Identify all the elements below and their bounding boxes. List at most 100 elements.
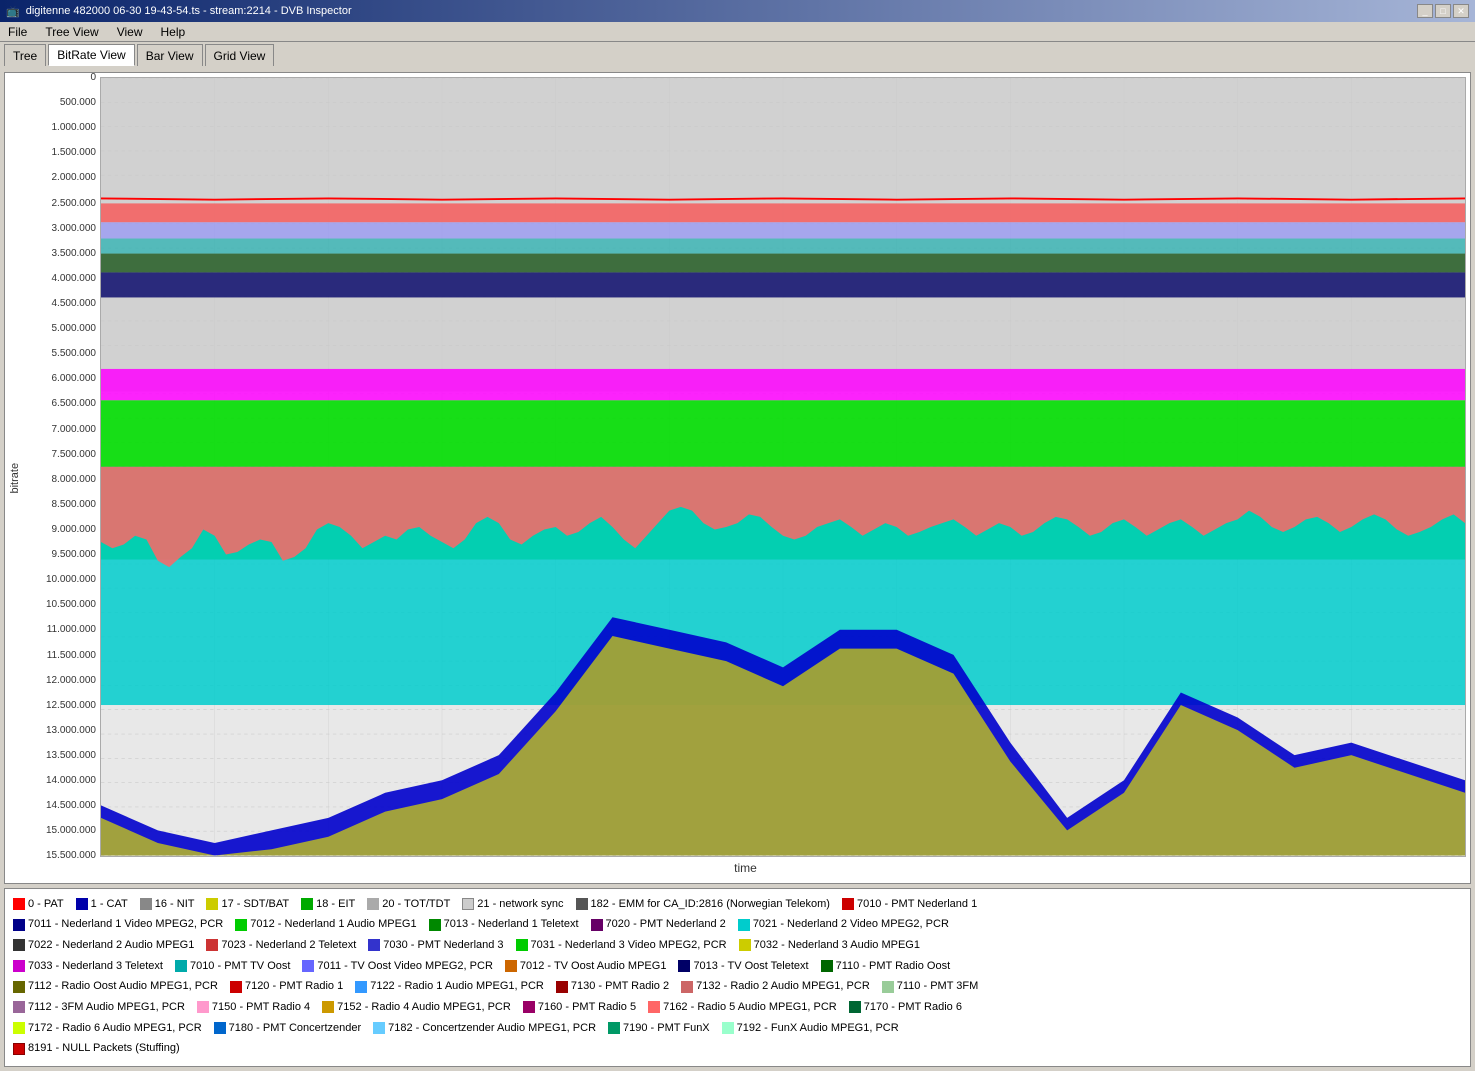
legend-row-7: 7172 - Radio 6 Audio MPEG1, PCR 7180 - P… xyxy=(13,1019,1462,1038)
y-tick: 7.000.000 xyxy=(25,429,96,430)
y-tick: 14.000.000 xyxy=(25,780,96,781)
legend-label-pmt-radio-oost: 7110 - PMT Radio Oost xyxy=(836,957,951,976)
legend-row-1: 0 - PAT 1 - CAT 16 - NIT 17 - SDT/BAT 18… xyxy=(13,895,1462,914)
legend-color-pmt3 xyxy=(368,939,380,951)
title-bar-left: 📺 digitenne 482000 06-30 19-43-54.ts - s… xyxy=(6,5,352,18)
legend-item-pmt-r2: 7130 - PMT Radio 2 xyxy=(556,977,669,996)
minimize-button[interactable]: _ xyxy=(1417,4,1433,18)
legend-color-nit xyxy=(140,898,152,910)
legend-item-pmt-r4: 7150 - PMT Radio 4 xyxy=(197,998,310,1017)
legend-item-n1tele: 7013 - Nederland 1 Teletext xyxy=(429,915,579,934)
y-tick: 0 xyxy=(25,77,96,78)
legend-label-emm: 182 - EMM for CA_ID:2816 (Norwegian Tele… xyxy=(591,895,830,914)
y-tick: 5.000.000 xyxy=(25,328,96,329)
legend-item-sdt: 17 - SDT/BAT xyxy=(206,895,289,914)
tab-bar-view[interactable]: Bar View xyxy=(137,44,203,66)
legend-label-n2tele: 7023 - Nederland 2 Teletext xyxy=(221,936,356,955)
legend-color-pmt-r6 xyxy=(849,1001,861,1013)
maximize-button[interactable]: □ xyxy=(1435,4,1451,18)
y-tick: 6.000.000 xyxy=(25,378,96,379)
legend-row-8: 8191 - NULL Packets (Stuffing) xyxy=(13,1039,1462,1058)
legend-item-pmt-3fm: 7110 - PMT 3FM xyxy=(882,977,979,996)
legend-item-n2tele: 7023 - Nederland 2 Teletext xyxy=(206,936,356,955)
legend-item-tvoost-tele: 7013 - TV Oost Teletext xyxy=(678,957,808,976)
legend-item-pmttvoost: 7010 - PMT TV Oost xyxy=(175,957,290,976)
menu-help[interactable]: Help xyxy=(157,24,190,40)
tab-tree[interactable]: Tree xyxy=(4,44,46,66)
menu-view[interactable]: View xyxy=(113,24,147,40)
legend-label-3fm-aud: 7112 - 3FM Audio MPEG1, PCR xyxy=(28,998,185,1017)
legend-label-r2-aud: 7132 - Radio 2 Audio MPEG1, PCR xyxy=(696,977,870,996)
legend-label-r5-aud: 7162 - Radio 5 Audio MPEG1, PCR xyxy=(663,998,837,1017)
legend-label-sdt: 17 - SDT/BAT xyxy=(221,895,289,914)
legend-area: 0 - PAT 1 - CAT 16 - NIT 17 - SDT/BAT 18… xyxy=(4,888,1471,1068)
legend-row-5: 7112 - Radio Oost Audio MPEG1, PCR 7120 … xyxy=(13,977,1462,996)
legend-item-n2vid: 7021 - Nederland 2 Video MPEG2, PCR xyxy=(738,915,949,934)
legend-label-funx-aud: 7192 - FunX Audio MPEG1, PCR xyxy=(737,1019,899,1038)
legend-color-pmt-r4 xyxy=(197,1001,209,1013)
legend-item-pmt-r1: 7120 - PMT Radio 1 xyxy=(230,977,343,996)
legend-color-eit xyxy=(301,898,313,910)
legend-color-pmttvoost xyxy=(175,960,187,972)
legend-color-tvoost-aud xyxy=(505,960,517,972)
x-axis-label: time xyxy=(25,857,1466,879)
legend-item-eit: 18 - EIT xyxy=(301,895,355,914)
menu-bar: File Tree View View Help xyxy=(0,22,1475,42)
menu-file[interactable]: File xyxy=(4,24,31,40)
y-tick: 15.500.000 xyxy=(25,855,96,856)
tab-bitrate-view[interactable]: BitRate View xyxy=(48,44,134,66)
y-tick: 11.500.000 xyxy=(25,655,96,656)
legend-label-pmt-r5: 7160 - PMT Radio 5 xyxy=(538,998,636,1017)
legend-color-pmt2 xyxy=(591,919,603,931)
legend-label-pmt1: 7010 - PMT Nederland 1 xyxy=(857,895,977,914)
y-tick: 14.500.000 xyxy=(25,805,96,806)
legend-item-emm: 182 - EMM for CA_ID:2816 (Norwegian Tele… xyxy=(576,895,830,914)
legend-label-tvoost-tele: 7013 - TV Oost Teletext xyxy=(693,957,808,976)
legend-color-tot xyxy=(367,898,379,910)
legend-label-pmt2: 7020 - PMT Nederland 2 xyxy=(606,915,726,934)
legend-label-null: 8191 - NULL Packets (Stuffing) xyxy=(28,1039,180,1058)
legend-color-pmt-radio-oost xyxy=(821,960,833,972)
y-tick: 1.500.000 xyxy=(25,152,96,153)
legend-label-n1aud: 7012 - Nederland 1 Audio MPEG1 xyxy=(250,915,416,934)
legend-label-n1vid: 7011 - Nederland 1 Video MPEG2, PCR xyxy=(28,915,223,934)
legend-label-pmt-r2: 7130 - PMT Radio 2 xyxy=(571,977,669,996)
legend-item-pmt3: 7030 - PMT Nederland 3 xyxy=(368,936,503,955)
menu-tree-view[interactable]: Tree View xyxy=(41,24,102,40)
legend-row-4: 7033 - Nederland 3 Teletext 7010 - PMT T… xyxy=(13,957,1462,976)
title-bar: 📺 digitenne 482000 06-30 19-43-54.ts - s… xyxy=(0,0,1475,22)
y-tick: 5.500.000 xyxy=(25,353,96,354)
legend-item-n3tele: 7033 - Nederland 3 Teletext xyxy=(13,957,163,976)
legend-color-pmt-concert xyxy=(214,1022,226,1034)
legend-label-n3aud: 7032 - Nederland 3 Audio MPEG1 xyxy=(754,936,920,955)
y-tick: 13.000.000 xyxy=(25,730,96,731)
close-button[interactable]: ✕ xyxy=(1453,4,1469,18)
y-tick: 4.000.000 xyxy=(25,278,96,279)
legend-color-pmt1 xyxy=(842,898,854,910)
legend-color-3fm-aud xyxy=(13,1001,25,1013)
legend-item-pmt-r5: 7160 - PMT Radio 5 xyxy=(523,998,636,1017)
legend-item-pat: 0 - PAT xyxy=(13,895,64,914)
legend-item-pmt-radio-oost: 7110 - PMT Radio Oost xyxy=(821,957,951,976)
legend-color-null xyxy=(13,1043,25,1055)
y-tick: 500.000 xyxy=(25,102,96,103)
legend-color-concert-aud xyxy=(373,1022,385,1034)
y-tick: 3.500.000 xyxy=(25,253,96,254)
tab-grid-view[interactable]: Grid View xyxy=(205,44,275,66)
legend-color-n2vid xyxy=(738,919,750,931)
legend-label-r4-aud: 7152 - Radio 4 Audio MPEG1, PCR xyxy=(337,998,511,1017)
toolbar: Tree BitRate View Bar View Grid View xyxy=(0,42,1475,68)
legend-item-pmt-concert: 7180 - PMT Concertzender xyxy=(214,1019,361,1038)
legend-color-pmt-r5 xyxy=(523,1001,535,1013)
legend-row-3: 7022 - Nederland 2 Audio MPEG1 7023 - Ne… xyxy=(13,936,1462,955)
legend-color-funx-aud xyxy=(722,1022,734,1034)
legend-item-concert-aud: 7182 - Concertzender Audio MPEG1, PCR xyxy=(373,1019,596,1038)
legend-color-n2tele xyxy=(206,939,218,951)
legend-item-tot: 20 - TOT/TDT xyxy=(367,895,450,914)
legend-item-radio-oost-aud: 7112 - Radio Oost Audio MPEG1, PCR xyxy=(13,977,218,996)
legend-label-radio-oost-aud: 7112 - Radio Oost Audio MPEG1, PCR xyxy=(28,977,218,996)
legend-item-null: 8191 - NULL Packets (Stuffing) xyxy=(13,1039,180,1058)
legend-item-pmt-r6: 7170 - PMT Radio 6 xyxy=(849,998,962,1017)
y-tick: 2.000.000 xyxy=(25,177,96,178)
legend-label-tvoost-aud: 7012 - TV Oost Audio MPEG1 xyxy=(520,957,667,976)
